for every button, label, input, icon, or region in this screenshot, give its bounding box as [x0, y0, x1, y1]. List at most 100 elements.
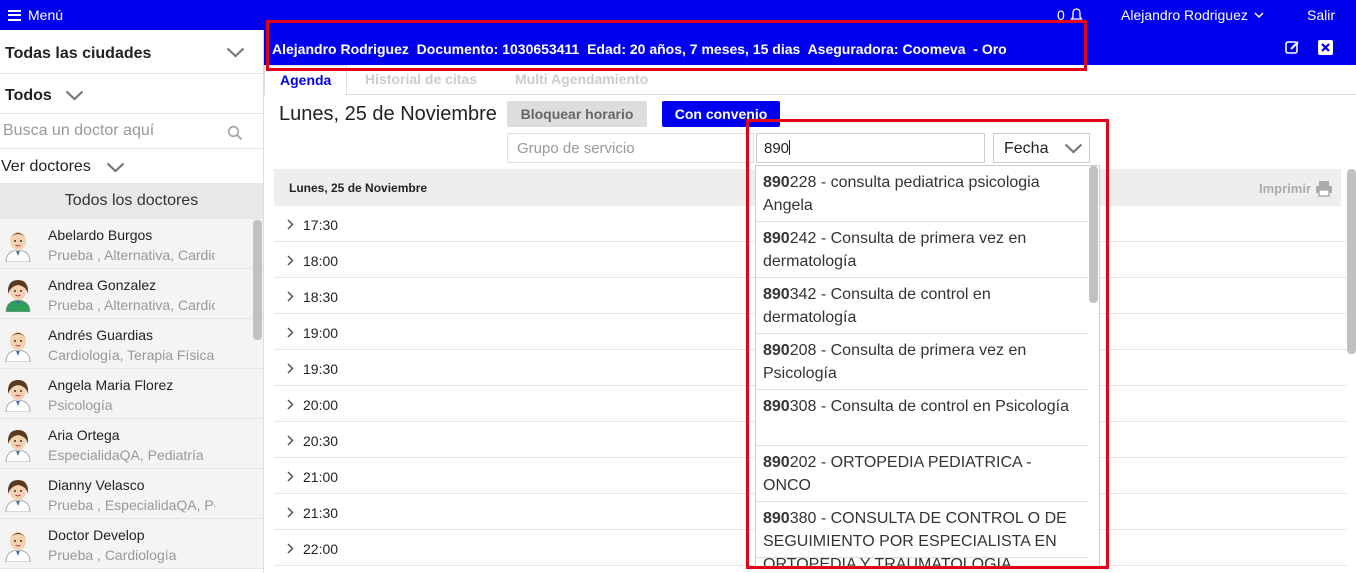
doctor-avatar	[3, 476, 33, 513]
option-text: 208 - Consulta de primera vez en Psicolo…	[763, 342, 1027, 382]
service-option[interactable]: 890380 - CONSULTA DE CONTROL O DE SEGUIM…	[756, 502, 1088, 567]
user-menu[interactable]: Alejandro Rodriguez	[1121, 7, 1264, 23]
doctor-avatar	[3, 526, 33, 563]
service-option[interactable]: 890308 - Consulta de control en Psicolog…	[756, 390, 1088, 446]
city-filter[interactable]: Todas las ciudades	[0, 30, 263, 74]
chevron-right-icon	[287, 327, 294, 338]
service-option[interactable]: 890208 - Consulta de primera vez en Psic…	[756, 334, 1088, 390]
doctor-name: Angela Maria Florez	[48, 377, 174, 393]
doctor-search-input[interactable]: Busca un doctor aquí	[0, 114, 263, 149]
doctor-list-item[interactable]: Dianny Velasco Prueba , EspecialidaQA, Pe…	[0, 469, 263, 519]
service-option[interactable]: 890242 - Consulta de primera vez en derm…	[756, 222, 1088, 278]
option-match: 890	[763, 454, 790, 471]
all-doctors-header[interactable]: Todos los doctores	[0, 183, 263, 219]
slot-time: 22:00	[303, 541, 339, 557]
slot-time: 19:00	[303, 325, 339, 341]
notifications-button[interactable]: 0	[1057, 7, 1083, 23]
service-option[interactable]: 890228 - consulta pediatrica psicologia …	[756, 166, 1088, 222]
doctor-avatar	[3, 276, 33, 313]
agenda-scrollbar[interactable]	[1347, 169, 1356, 354]
option-text: 342 - Consulta de control en dermatologí…	[763, 286, 991, 326]
slot-time: 18:30	[303, 289, 339, 305]
doctor-specialties: Psicología	[48, 397, 113, 413]
doctor-list-item[interactable]: Andrea Gonzalez Prueba , Alternativa, Car…	[0, 269, 263, 319]
slot-time: 21:30	[303, 505, 339, 521]
slot-time: 18:00	[303, 253, 339, 269]
option-text: 202 - ORTOPEDIA PEDIATRICA - ONCO	[763, 454, 1032, 494]
option-text: 228 - consulta pediatrica psicologia Ang…	[763, 174, 1040, 214]
option-text: 242 - Consulta de primera vez en dermato…	[763, 230, 1027, 270]
printer-icon	[1316, 181, 1333, 197]
menu-button[interactable]: Menú	[8, 7, 63, 23]
chevron-down-icon	[226, 47, 245, 58]
option-text: 380 - CONSULTA DE CONTROL O DE SEGUIMIEN…	[763, 510, 1067, 568]
slot-time: 20:00	[303, 397, 339, 413]
menu-label: Menú	[28, 7, 64, 23]
autocomplete-scrollbar[interactable]	[1089, 166, 1098, 303]
doctor-avatar	[3, 226, 33, 263]
doctor-avatar	[3, 326, 33, 363]
option-match: 890	[763, 398, 790, 415]
sidebar-scrollbar[interactable]	[253, 220, 262, 340]
close-icon[interactable]	[1318, 40, 1333, 55]
type-filter[interactable]: Todos	[0, 74, 263, 114]
doctor-specialties: Prueba , Alternativa, Cardiología	[48, 247, 215, 263]
block-schedule-button[interactable]: Bloquear horario	[507, 101, 647, 127]
page-title: Lunes, 25 de Noviembre	[279, 103, 497, 125]
chevron-right-icon	[287, 471, 294, 482]
service-search-value: 890	[764, 140, 790, 157]
text-cursor	[789, 140, 791, 155]
user-name: Alejandro Rodriguez	[1121, 7, 1248, 23]
service-group-input[interactable]: Grupo de servicio	[507, 133, 754, 163]
doctor-name: Doctor Develop	[48, 527, 145, 543]
doctor-name: Andrea Gonzalez	[48, 277, 157, 293]
slot-time: 20:30	[303, 433, 339, 449]
doctor-name: Aria Ortega	[48, 427, 120, 443]
option-text: 308 - Consulta de control en Psicología	[789, 398, 1069, 415]
chevron-right-icon	[287, 435, 294, 446]
doctor-avatar	[3, 426, 33, 463]
chevron-down-icon	[1064, 143, 1083, 154]
doctor-specialties: Prueba , Alternativa, Cardiología	[48, 297, 215, 313]
view-doctors-toggle[interactable]: Ver doctores	[0, 149, 263, 183]
chevron-right-icon	[287, 363, 294, 374]
option-match: 890	[763, 342, 790, 359]
service-autocomplete-list: 890 228 - consulta pediatrica psicologia …	[755, 165, 1100, 568]
chevron-right-icon	[287, 507, 294, 518]
doctor-list-item[interactable]: Doctor Develop Prueba , Cardiología	[0, 519, 263, 569]
agreement-button[interactable]: Con convenio	[662, 101, 780, 127]
tab-multi-agendamiento[interactable]: Multi Agendamiento	[515, 71, 648, 87]
tab-bar: Agenda Historial de citas Multi Agendami…	[264, 65, 1356, 96]
doctor-specialties: EspecialidaQA, Pediatría	[48, 447, 204, 463]
doctor-list-item[interactable]: Abelardo Burgos Prueba , Alternativa, Car…	[0, 219, 263, 269]
chevron-right-icon	[287, 399, 294, 410]
chevron-right-icon	[287, 219, 294, 230]
service-option[interactable]: 890342 - Consulta de control en dermatol…	[756, 278, 1088, 334]
doctor-sidebar: Todas las ciudades Todos Busca un doctor…	[0, 30, 264, 573]
tab-historial[interactable]: Historial de citas	[365, 71, 477, 87]
service-option[interactable]: 890202 - ORTOPEDIA PEDIATRICA - ONCO	[756, 446, 1088, 502]
doctor-list-item[interactable]: Aria Ortega EspecialidaQA, Pediatría	[0, 419, 263, 469]
slot-time: 17:30	[303, 217, 339, 233]
tab-agenda[interactable]: Agenda	[264, 65, 348, 96]
doctor-specialties: Cardiología, Terapia Física	[48, 347, 215, 363]
search-icon	[227, 125, 243, 141]
city-filter-label: Todas las ciudades	[5, 45, 152, 62]
doctor-list-item[interactable]: Andrés Guardias Cardiología, Terapia Físi…	[0, 319, 263, 369]
patient-info: Alejandro Rodriguez Documento: 103065341…	[272, 41, 1007, 57]
logout-link[interactable]: Salir	[1307, 7, 1335, 23]
doctor-search-placeholder: Busca un doctor aquí	[3, 122, 155, 139]
patient-info-bar: Alejandro Rodriguez Documento: 103065341…	[264, 30, 1356, 65]
edit-icon[interactable]	[1285, 40, 1300, 55]
agenda-date: Lunes, 25 de Noviembre	[289, 181, 428, 195]
doctor-name: Andrés Guardias	[48, 327, 154, 343]
print-button[interactable]: Imprimir	[1259, 180, 1333, 197]
date-select[interactable]: Fecha	[993, 133, 1090, 163]
chevron-down-icon	[106, 162, 125, 173]
doctor-list-item[interactable]: Angela Maria Florez Psicología	[0, 369, 263, 419]
type-filter-label: Todos	[5, 87, 52, 104]
chevron-right-icon	[287, 543, 294, 554]
slot-time: 21:00	[303, 469, 339, 485]
service-search-input[interactable]: 890	[756, 133, 985, 163]
hamburger-icon	[8, 9, 21, 21]
